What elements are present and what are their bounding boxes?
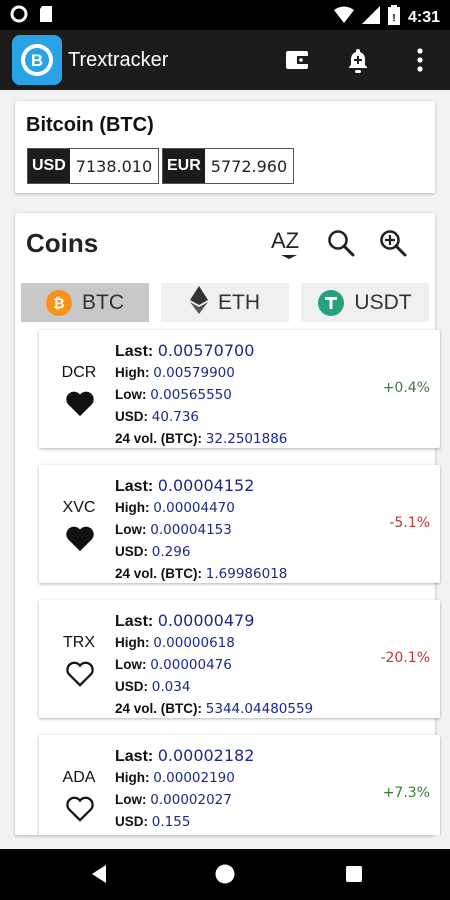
coin-info: Last: 0.00570700 High: 0.00579900 Low: 0… bbox=[115, 341, 288, 447]
sort-az-icon: AZ bbox=[271, 228, 299, 253]
volume: 5344.04480559 bbox=[205, 701, 314, 717]
coin-symbol: ADA bbox=[62, 769, 96, 786]
status-bar: ! 4:31 bbox=[0, 0, 450, 30]
coins-card: Coins AZ ₿ BTC ETH USDT DCR Last: 0.0057… bbox=[15, 213, 440, 835]
app-bar: B Trextracker bbox=[0, 30, 450, 90]
low-price: 0.00004153 bbox=[150, 522, 232, 538]
eur-label: EUR bbox=[163, 149, 205, 183]
wifi-icon bbox=[333, 6, 354, 29]
usd-label: USD bbox=[28, 149, 70, 183]
price-change: +7.3% bbox=[382, 785, 430, 801]
status-time: 4:31 bbox=[407, 8, 440, 26]
price-change: +0.4% bbox=[382, 380, 430, 396]
coin-symbol: XVC bbox=[62, 499, 96, 516]
sd-card-icon bbox=[38, 5, 54, 28]
overflow-menu-icon[interactable] bbox=[407, 47, 433, 73]
list-item[interactable]: XVC Last: 0.00004152 High: 0.00004470 Lo… bbox=[39, 465, 440, 583]
currency-card: Bitcoin (BTC) USD 7138.010 EUR 5772.960 bbox=[15, 101, 435, 193]
usd-price: 7138.010 bbox=[75, 156, 153, 176]
heart-outline-icon[interactable] bbox=[65, 660, 95, 688]
usd-value: 40.736 bbox=[151, 409, 200, 425]
eur-price: 5772.960 bbox=[210, 156, 288, 176]
usd-price-box: USD 7138.010 bbox=[27, 148, 160, 184]
signal-icon bbox=[361, 6, 380, 29]
currency-title: Bitcoin (BTC) bbox=[26, 114, 154, 136]
low-price: 0.00565550 bbox=[150, 387, 232, 403]
tab-usdt-label: USDT bbox=[354, 290, 412, 314]
svg-text:B: B bbox=[31, 51, 43, 70]
usd-value: 0.155 bbox=[151, 814, 191, 830]
last-price: 0.00002182 bbox=[157, 746, 255, 765]
add-alert-icon[interactable] bbox=[345, 47, 371, 73]
volume: 32.2501886 bbox=[205, 431, 288, 447]
wallet-icon[interactable] bbox=[284, 47, 310, 73]
app-title: Trextracker bbox=[68, 49, 169, 71]
high-price: 0.00000618 bbox=[153, 635, 235, 651]
heart-filled-icon[interactable] bbox=[65, 390, 95, 418]
list-item[interactable]: ADA Last: 0.00002182 High: 0.00002190 Lo… bbox=[39, 735, 440, 835]
price-change: -20.1% bbox=[380, 650, 430, 666]
ethereum-icon bbox=[190, 285, 208, 320]
coin-symbol: TRX bbox=[63, 634, 95, 651]
price-change: -5.1% bbox=[389, 515, 430, 531]
tab-btc-label: BTC bbox=[82, 290, 124, 314]
last-price: 0.00004152 bbox=[157, 476, 255, 495]
tab-btc[interactable]: ₿ BTC bbox=[21, 283, 149, 322]
battery-icon: ! bbox=[387, 5, 400, 30]
high-price: 0.00002190 bbox=[153, 770, 235, 786]
eur-price-box: EUR 5772.960 bbox=[162, 148, 295, 184]
volume: 1.69986018 bbox=[205, 566, 288, 582]
tether-icon bbox=[318, 289, 345, 316]
tab-eth-label: ETH bbox=[218, 290, 260, 314]
usd-value: 0.296 bbox=[151, 544, 191, 560]
coin-info: Last: 0.00002182 High: 0.00002190 Low: 0… bbox=[115, 746, 255, 830]
recents-icon[interactable] bbox=[343, 863, 365, 885]
last-price: 0.00000479 bbox=[157, 611, 255, 630]
coin-info: Last: 0.00000479 High: 0.00000618 Low: 0… bbox=[115, 611, 314, 717]
list-item[interactable]: TRX Last: 0.00000479 High: 0.00000618 Lo… bbox=[39, 600, 440, 718]
back-icon[interactable] bbox=[88, 863, 110, 885]
search-icon[interactable] bbox=[321, 223, 361, 263]
home-icon[interactable] bbox=[214, 863, 236, 885]
low-price: 0.00000476 bbox=[150, 657, 232, 673]
list-item[interactable]: DCR Last: 0.00570700 High: 0.00579900 Lo… bbox=[39, 330, 440, 448]
notification-circle-icon bbox=[10, 5, 28, 28]
tab-usdt[interactable]: USDT bbox=[301, 283, 429, 322]
coins-title: Coins bbox=[26, 228, 99, 258]
high-price: 0.00579900 bbox=[153, 365, 235, 381]
usd-value: 0.034 bbox=[151, 679, 191, 695]
sort-az-button[interactable]: AZ bbox=[269, 223, 309, 263]
app-logo: B bbox=[12, 35, 62, 85]
system-nav-bar bbox=[0, 849, 450, 900]
heart-filled-icon[interactable] bbox=[65, 525, 95, 553]
svg-text:!: ! bbox=[392, 13, 395, 24]
bitcoin-icon: ₿ bbox=[46, 289, 72, 316]
heart-outline-icon[interactable] bbox=[65, 795, 95, 823]
zoom-in-icon[interactable] bbox=[373, 223, 413, 263]
coin-list[interactable]: DCR Last: 0.00570700 High: 0.00579900 Lo… bbox=[28, 328, 442, 835]
high-price: 0.00004470 bbox=[153, 500, 235, 516]
coin-symbol: DCR bbox=[61, 364, 97, 381]
coin-info: Last: 0.00004152 High: 0.00004470 Low: 0… bbox=[115, 476, 288, 582]
low-price: 0.00002027 bbox=[150, 792, 232, 808]
tab-eth[interactable]: ETH bbox=[161, 283, 289, 322]
last-price: 0.00570700 bbox=[157, 341, 255, 360]
